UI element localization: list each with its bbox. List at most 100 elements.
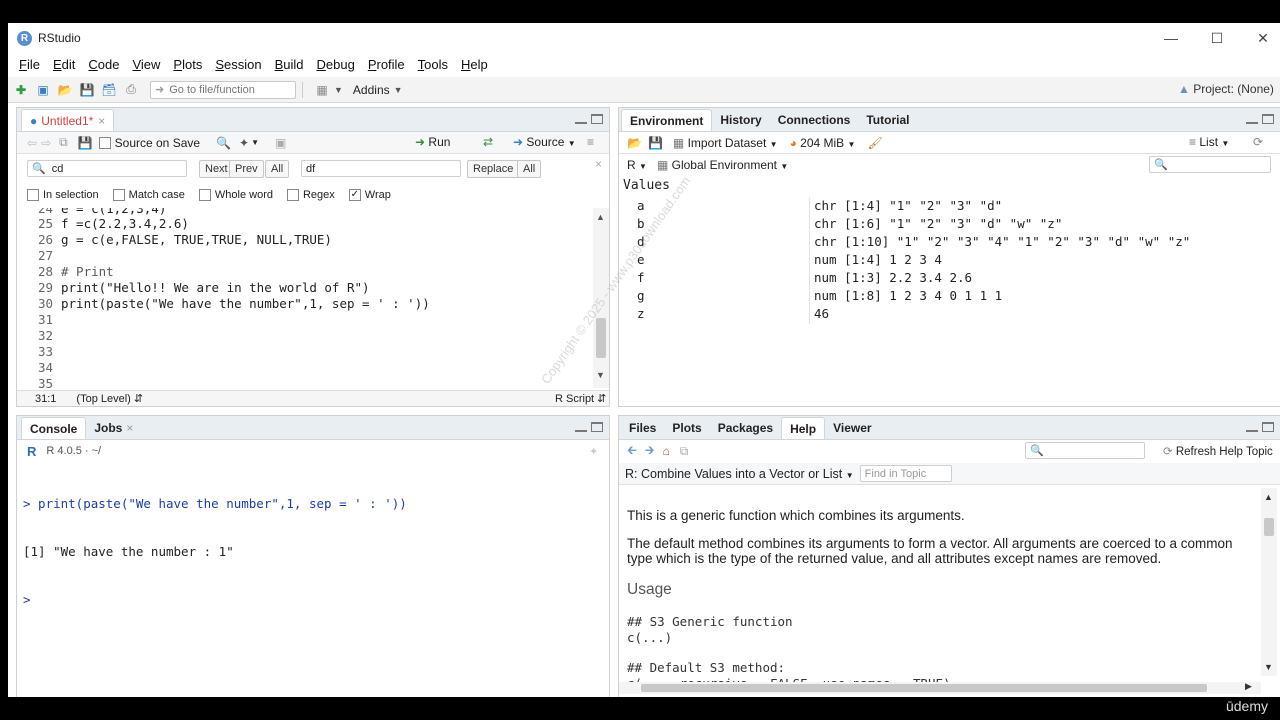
find-input[interactable]: 🔍 cd — [27, 160, 187, 177]
wrap-checkbox[interactable]: ✓ — [348, 189, 361, 201]
close-icon[interactable]: × — [98, 114, 105, 128]
maximize-button[interactable]: ☐ — [1194, 23, 1240, 53]
menu-edit[interactable]: Edit — [53, 57, 75, 72]
tab-history[interactable]: History — [712, 109, 769, 131]
save-icon[interactable]: 💾 — [78, 136, 93, 150]
scroll-up-icon[interactable]: ▲ — [596, 212, 605, 222]
back-icon[interactable]: ⇦ — [27, 136, 37, 150]
memory-usage[interactable]: ◕ 204 MiB ▼ — [790, 136, 856, 150]
run-button[interactable]: ➜ Run — [415, 135, 450, 149]
editor-minmax[interactable] — [575, 114, 603, 124]
help-search-input[interactable]: 🔍 — [1025, 442, 1145, 459]
environment-minmax[interactable] — [1246, 114, 1274, 124]
find-prev-button[interactable]: Prev — [229, 160, 264, 178]
tab-connections[interactable]: Connections — [770, 109, 859, 131]
outline-icon[interactable]: ≡ — [587, 135, 594, 149]
find-replace-icon[interactable]: 🔍 — [216, 136, 231, 150]
close-button[interactable]: ✕ — [1240, 23, 1280, 53]
regex-checkbox[interactable] — [286, 189, 299, 201]
table-row[interactable]: e num [1:4] 1 2 3 4 — [619, 252, 1279, 270]
tab-environment[interactable]: Environment — [621, 109, 713, 131]
load-workspace-icon[interactable]: 📂 — [627, 136, 642, 150]
menu-build[interactable]: Build — [275, 57, 304, 72]
tab-help[interactable]: Help — [781, 417, 826, 439]
save-icon[interactable]: 💾 — [78, 81, 96, 99]
forward-icon[interactable]: ⇨ — [41, 136, 51, 150]
forward-arrow-icon[interactable]: 🡲 — [645, 441, 655, 462]
scope-selector[interactable]: (Top Level) ⇵ — [76, 392, 143, 405]
match-case-checkbox[interactable] — [112, 189, 125, 201]
menu-debug[interactable]: Debug — [317, 57, 355, 72]
save-workspace-icon[interactable]: 💾 — [648, 136, 663, 150]
environment-search-input[interactable]: 🔍 — [1149, 156, 1271, 173]
import-dataset-button[interactable]: ▦ Import Dataset ▼ — [673, 136, 778, 150]
addins-button[interactable]: Addins — [353, 83, 390, 97]
back-arrow-icon[interactable]: 🡰 — [627, 441, 637, 462]
tab-untitled1[interactable]: ● Untitled1* × — [21, 109, 115, 131]
source-on-save-checkbox[interactable] — [98, 136, 111, 149]
replace-input[interactable]: df — [301, 160, 461, 177]
tab-jobs[interactable]: Jobs × — [86, 417, 141, 439]
minimize-button[interactable]: — — [1148, 23, 1194, 53]
table-row[interactable]: f num [1:3] 2.2 3.4 2.6 — [619, 270, 1279, 288]
find-in-topic-input[interactable]: Find in Topic — [859, 465, 952, 482]
menu-profile[interactable]: Profile — [368, 57, 405, 72]
new-project-icon[interactable]: ▣ — [34, 81, 52, 99]
tab-files[interactable]: Files — [621, 417, 664, 439]
table-row[interactable]: g num [1:8] 1 2 3 4 0 1 1 1 — [619, 288, 1279, 306]
save-all-icon[interactable]: 🗃 — [100, 81, 118, 99]
tab-plots[interactable]: Plots — [664, 417, 709, 439]
replace-all-button[interactable]: All — [517, 160, 542, 178]
open-file-icon[interactable]: 📂 — [56, 81, 74, 99]
show-in-window-icon[interactable]: ⧉ — [680, 444, 689, 459]
console-prompt[interactable]: > — [23, 592, 407, 608]
tab-viewer[interactable]: Viewer — [825, 417, 879, 439]
rerun-icon[interactable]: ⇄ — [483, 135, 493, 149]
language-selector[interactable]: R ▼ — [627, 158, 647, 172]
menu-session[interactable]: Session — [215, 57, 261, 72]
refresh-help-button[interactable]: ⟳ Refresh Help Topic — [1163, 444, 1273, 458]
home-icon[interactable]: ⌂ — [662, 444, 669, 458]
new-file-icon[interactable]: ✚ — [12, 81, 30, 99]
table-row[interactable]: a chr [1:4] "1" "2" "3" "d" — [619, 198, 1279, 216]
tab-packages[interactable]: Packages — [710, 417, 781, 439]
menu-tools[interactable]: Tools — [418, 57, 448, 72]
refresh-icon[interactable]: ⟳ — [1253, 135, 1263, 149]
grid-layout-icon[interactable]: ▦ — [313, 81, 331, 99]
list-mode-selector[interactable]: ≡ List ▼ — [1189, 135, 1229, 149]
tab-console[interactable]: Console — [21, 417, 87, 439]
scroll-down-icon[interactable]: ▼ — [596, 370, 605, 380]
project-menu[interactable]: ▲ Project: (None) — [1178, 82, 1274, 96]
menu-code[interactable]: Code — [88, 57, 119, 72]
whole-word-checkbox[interactable] — [198, 189, 211, 201]
show-in-window-icon[interactable]: ⧉ — [59, 135, 68, 150]
source-button[interactable]: ➜ Source ▼ — [513, 135, 576, 149]
print-icon[interactable]: ⎙ — [122, 81, 140, 99]
help-hscrollbar[interactable]: ▶ — [619, 681, 1261, 694]
help-topic-selector[interactable]: R: Combine Values into a Vector or List … — [625, 467, 854, 481]
menu-file[interactable]: File — [19, 57, 40, 72]
console-output[interactable]: > print(paste("We have the number",1, se… — [23, 464, 407, 640]
menu-plots[interactable]: Plots — [173, 57, 202, 72]
help-minmax[interactable] — [1246, 422, 1274, 432]
scroll-down-icon[interactable]: ▼ — [1264, 662, 1273, 672]
in-selection-checkbox[interactable] — [27, 189, 39, 201]
menu-view[interactable]: View — [132, 57, 160, 72]
file-type-selector[interactable]: R Script ⇵ — [555, 392, 606, 405]
code-area[interactable]: 24 e = c(1,2,3,4) 25 f =c(2.2,3.4,2.6) 26 g… — [17, 208, 595, 388]
compile-report-icon[interactable]: ▣ — [275, 136, 286, 150]
help-hscroll-thumb[interactable] — [641, 684, 1207, 692]
help-scroll-thumb[interactable] — [1264, 518, 1274, 536]
table-row[interactable]: b chr [1:6] "1" "2" "3" "d" "w" "z" — [619, 216, 1279, 234]
scope-environment-selector[interactable]: ▦ Global Environment ▼ — [657, 158, 788, 172]
table-row[interactable]: d chr [1:10] "1" "2" "3" "4" "1" "2" "3" … — [619, 234, 1279, 252]
menu-help[interactable]: Help — [461, 57, 488, 72]
clear-workspace-icon[interactable]: 🖌 — [867, 136, 882, 150]
console-minmax[interactable] — [575, 422, 603, 432]
clear-console-icon[interactable]: ✦ — [589, 445, 598, 458]
tab-tutorial[interactable]: Tutorial — [858, 109, 917, 131]
close-icon[interactable]: × — [126, 421, 133, 435]
goto-file-input[interactable]: ➜ Go to file/function — [150, 80, 296, 99]
find-all-button[interactable]: All — [265, 160, 290, 178]
editor-scroll-thumb[interactable] — [596, 318, 606, 358]
